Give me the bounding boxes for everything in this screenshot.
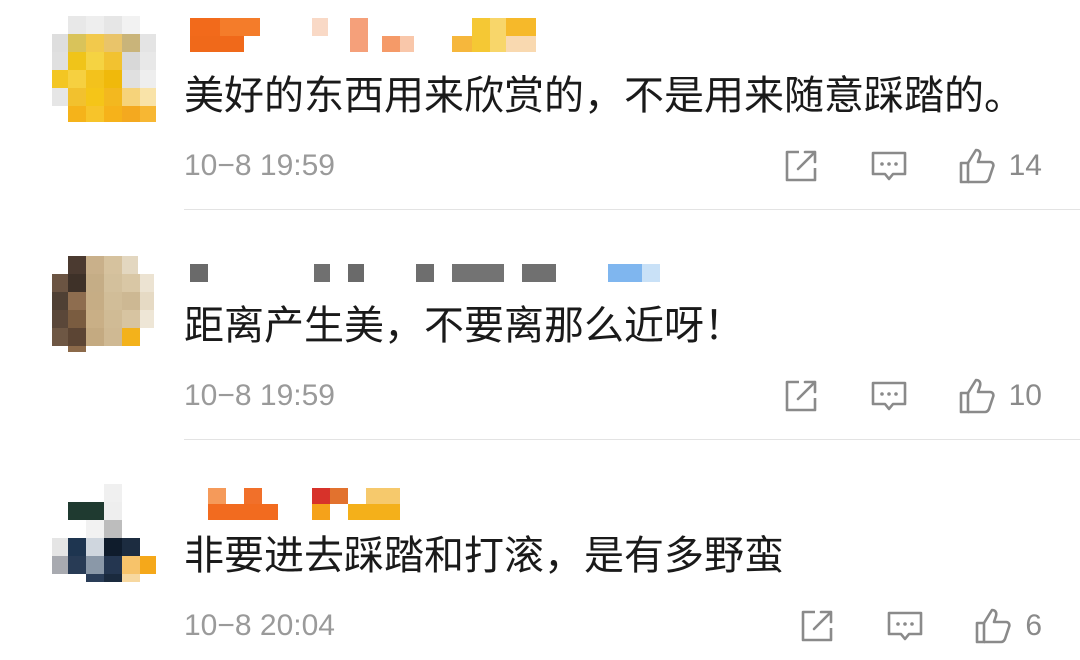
timestamp: 10−8 20:04 (184, 609, 335, 642)
reply-icon[interactable] (869, 376, 909, 416)
thumbs-up-icon (976, 608, 1011, 644)
timestamp: 10−8 19:59 (184, 379, 335, 412)
user-avatar[interactable] (52, 16, 156, 122)
comment-item: 距离产生美，不要离那么近呀！ 10−8 19:59 10 (0, 230, 1080, 460)
username[interactable] (190, 16, 750, 56)
like-button[interactable]: 6 (973, 606, 1042, 646)
like-button[interactable]: 10 (957, 376, 1042, 416)
share-icon[interactable] (781, 146, 821, 186)
user-avatar[interactable] (52, 476, 156, 582)
share-icon[interactable] (797, 606, 837, 646)
share-icon[interactable] (781, 376, 821, 416)
timestamp: 10−8 19:59 (184, 149, 335, 182)
comment-actions: 10 (781, 374, 1042, 418)
comment-actions: 6 (797, 604, 1042, 648)
reply-icon[interactable] (869, 146, 909, 186)
comment-actions: 14 (781, 144, 1042, 188)
username[interactable] (190, 246, 750, 286)
comment-text: 距离产生美，不要离那么近呀！ (184, 303, 744, 349)
comment-item: 美好的东西用来欣赏的，不是用来随意踩踏的。 10−8 19:59 14 (0, 0, 1080, 230)
user-avatar[interactable] (52, 246, 156, 352)
like-count: 6 (1025, 609, 1042, 642)
like-count: 10 (1008, 379, 1042, 412)
divider (184, 209, 1080, 210)
like-button[interactable]: 14 (957, 146, 1042, 186)
thumbs-up-icon (959, 378, 995, 414)
comment-text: 非要进去踩踏和打滚，是有多野蛮 (184, 533, 784, 579)
username[interactable] (190, 476, 750, 520)
divider (184, 439, 1080, 440)
thumbs-up-icon (959, 148, 995, 184)
like-count: 14 (1008, 149, 1042, 182)
comment-text: 美好的东西用来欣赏的，不是用来随意踩踏的。 (184, 73, 1024, 119)
reply-icon[interactable] (885, 606, 925, 646)
comment-item: 非要进去踩踏和打滚，是有多野蛮 10−8 20:04 6 (0, 460, 1080, 660)
